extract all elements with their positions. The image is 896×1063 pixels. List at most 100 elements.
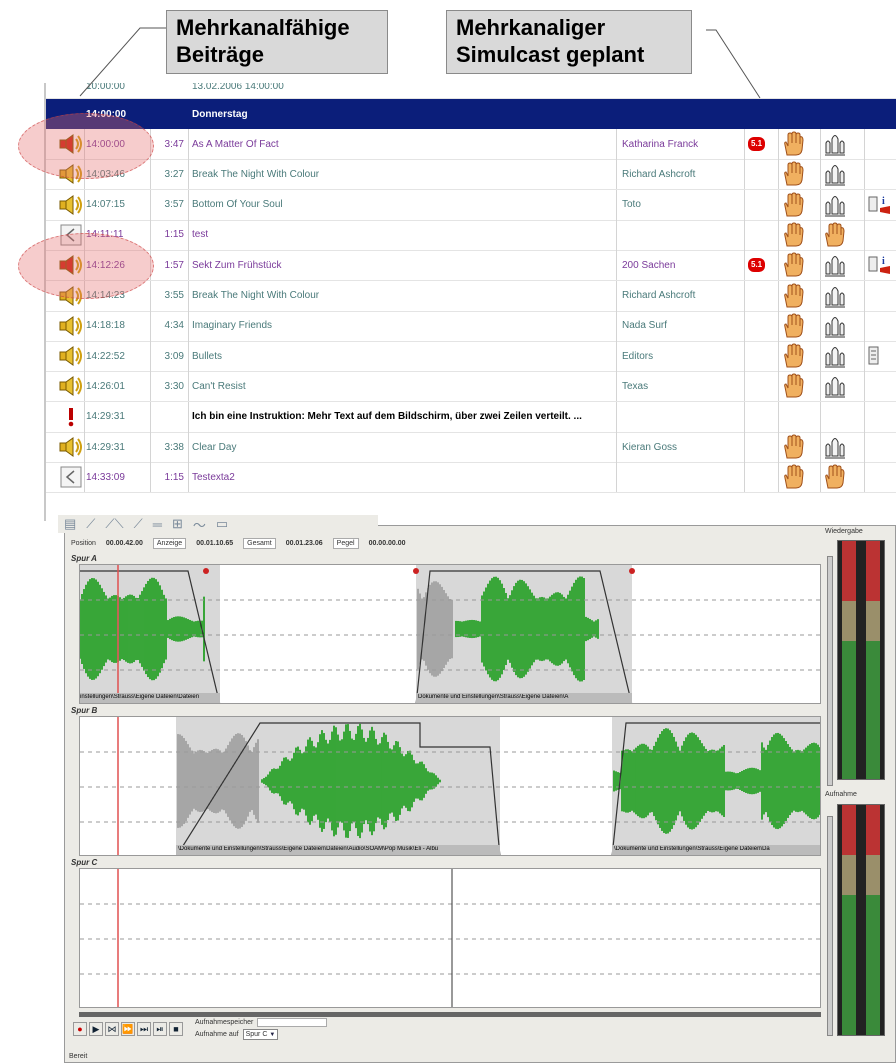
column-divider: [744, 250, 745, 281]
stop-button[interactable]: ■: [169, 1022, 183, 1036]
playlist-row[interactable]: 14:22:52 3:09 Bullets Editors: [46, 341, 896, 373]
playlist-row[interactable]: 14:33:09 1:15 Testexta2: [46, 462, 896, 494]
column-divider: [820, 432, 821, 462]
hand-icon[interactable]: [781, 371, 805, 401]
hand-icon[interactable]: [781, 159, 805, 189]
shuttle-icon[interactable]: [822, 159, 848, 189]
record-settings: Aufnahmespeicher Aufnahme auf Spur C ▼: [195, 1018, 328, 1040]
hand-icon[interactable]: [822, 220, 846, 250]
info-icon[interactable]: i: [868, 190, 894, 220]
column-divider: [616, 341, 617, 372]
row-artist: Toto: [622, 199, 641, 211]
hand-icon[interactable]: [781, 311, 805, 341]
shuttle-icon[interactable]: [822, 281, 848, 311]
exclamation-icon: [56, 402, 86, 432]
row-time: 14:07:15: [86, 199, 125, 211]
track-b[interactable]: \Dokumente und Einstellungen\Strauss\Eig…: [79, 716, 821, 856]
playlist-row[interactable]: 14:11:11 1:15 test: [46, 219, 896, 251]
record-track-select[interactable]: Spur C ▼: [242, 1029, 279, 1040]
document-icon[interactable]: [868, 341, 880, 371]
column-divider: [616, 371, 617, 402]
column-divider: [150, 189, 151, 220]
fast-forward-button[interactable]: ⏩: [121, 1022, 135, 1036]
shuttle-icon[interactable]: [822, 432, 848, 462]
column-divider: [616, 219, 617, 250]
shuttle-icon[interactable]: [822, 129, 848, 159]
row-title: Bullets: [192, 350, 223, 362]
shuttle-icon[interactable]: [822, 250, 848, 280]
callout-line: Beiträge: [176, 42, 265, 67]
playlist-row[interactable]: 14:29:31 3:38 Clear Day Kieran Goss: [46, 432, 896, 463]
record-slider[interactable]: [827, 816, 833, 1036]
clip-caption: \Dokumente und Einstellungen\Strauss\Eig…: [178, 846, 439, 852]
surround-badge: 5.1: [748, 250, 766, 280]
column-divider: [744, 371, 745, 402]
track-a[interactable]: instellungen\Strauss\Eigene Dateien\Date…: [79, 564, 821, 704]
hand-icon[interactable]: [781, 462, 805, 492]
info-icon[interactable]: i: [868, 250, 894, 280]
hand-icon[interactable]: [822, 462, 846, 492]
column-divider: [864, 280, 865, 311]
tool-icon[interactable]: ⟋⟍: [105, 516, 123, 532]
playlist-row[interactable]: 14:14:23 3:55 Break The Night With Colour R…: [46, 280, 896, 312]
column-divider: [864, 401, 865, 432]
playlist-row[interactable]: 14:12:26 1:57 Sekt Zum Frühstück 200 Sachen…: [46, 250, 896, 282]
badge-text: 5.1: [748, 258, 766, 273]
waveform-b: [80, 717, 820, 855]
column-divider: [778, 371, 779, 402]
playlist-row[interactable]: 14:03:46 3:27 Break The Night With Colour R…: [46, 159, 896, 191]
footer-status: Bereit: [69, 1053, 88, 1060]
column-divider: [150, 341, 151, 372]
playlist-row[interactable]: 14:07:15 3:57 Bottom Of Your Soul Toto i: [46, 189, 896, 221]
tool-icon[interactable]: ═: [153, 517, 162, 532]
playlist-row[interactable]: 14:18:18 4:34 Imaginary Friends Nada Surf: [46, 310, 896, 342]
column-divider: [820, 159, 821, 190]
playlist-row[interactable]: 14:29:31 Ich bin eine Instruktion: Mehr T…: [46, 401, 896, 433]
hand-icon[interactable]: [781, 220, 805, 250]
transport-bar: ● ▶ ⋈ ⏩ ⏭ ⏯ ■ Aufnahmespeicher Aufnahme …: [73, 1018, 328, 1040]
horizontal-scrollbar[interactable]: [79, 1012, 821, 1017]
column-divider: [188, 219, 189, 250]
crossfade-button[interactable]: ⋈: [105, 1022, 119, 1036]
hand-icon[interactable]: [781, 129, 805, 159]
skip-end-button[interactable]: ⏭: [137, 1022, 151, 1036]
playback-slider[interactable]: [827, 556, 833, 786]
playlist-row[interactable]: 14:00:00 3:47 As A Matter Of Fact Katharina…: [46, 129, 896, 160]
tool-icon[interactable]: ▭: [216, 516, 228, 532]
playlist-row[interactable]: 14:26:01 3:30 Can't Resist Texas: [46, 371, 896, 403]
row-artist: Kieran Goss: [622, 441, 678, 453]
hand-icon[interactable]: [781, 341, 805, 371]
column-divider: [820, 341, 821, 372]
play-button[interactable]: ▶: [89, 1022, 103, 1036]
row-title: Testexta2: [192, 471, 235, 483]
column-divider: [778, 280, 779, 311]
tool-icon[interactable]: ⟋: [134, 516, 143, 532]
tool-icon[interactable]: 〜: [193, 515, 206, 534]
track-c[interactable]: [79, 868, 821, 1008]
tool-icon[interactable]: ⊞: [172, 516, 183, 532]
shuttle-icon[interactable]: [822, 371, 848, 401]
row-duration: 3:27: [164, 168, 184, 180]
tool-icon[interactable]: ⟋: [86, 516, 95, 532]
column-divider: [864, 462, 865, 493]
pause-play-button[interactable]: ⏯: [153, 1022, 167, 1036]
shuttle-icon[interactable]: [822, 311, 848, 341]
hand-icon[interactable]: [781, 190, 805, 220]
hand-icon[interactable]: [781, 432, 805, 462]
meter-label-playback: Wiedergabe: [825, 528, 863, 535]
row-title: Can't Resist: [192, 380, 246, 392]
column-divider: [150, 371, 151, 402]
column-divider: [778, 189, 779, 220]
shuttle-icon[interactable]: [822, 190, 848, 220]
column-divider: [744, 159, 745, 190]
column-divider: [864, 129, 865, 159]
record-memory-field[interactable]: [257, 1018, 328, 1027]
column-divider: [864, 189, 865, 220]
hand-icon[interactable]: [781, 281, 805, 311]
record-button[interactable]: ●: [73, 1022, 87, 1036]
column-divider: [778, 432, 779, 462]
tool-icon[interactable]: ▤: [64, 516, 76, 532]
hand-icon[interactable]: [781, 250, 805, 280]
row-time: 14:26:01: [86, 380, 125, 392]
shuttle-icon[interactable]: [822, 341, 848, 371]
